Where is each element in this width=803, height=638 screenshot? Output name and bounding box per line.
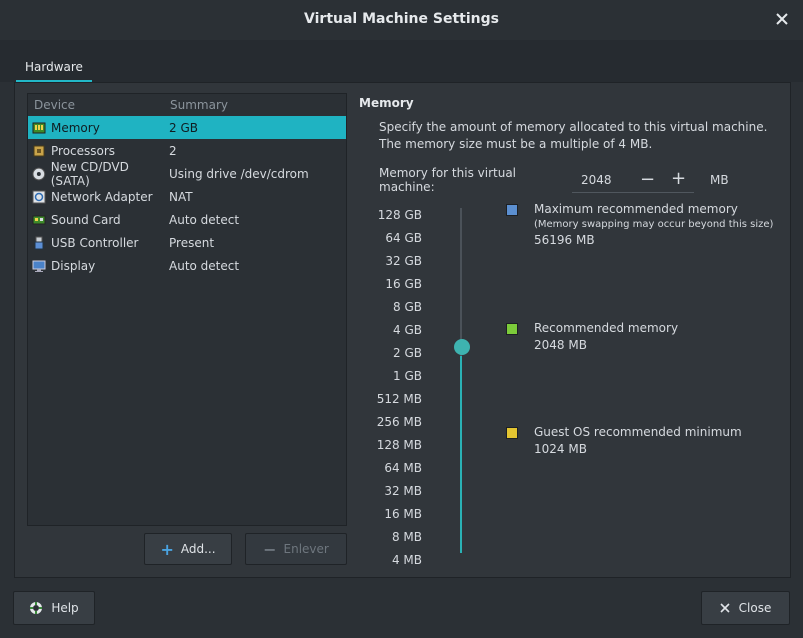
display-icon bbox=[32, 260, 46, 272]
device-summary: 2 GB bbox=[169, 120, 198, 135]
device-row-network-adapter[interactable]: Network Adapter NAT bbox=[28, 185, 346, 208]
network-adapter-icon bbox=[32, 190, 46, 203]
settings-panel: Device Summary Memory 2 GB Processors 2 … bbox=[14, 82, 791, 578]
memory-settings: Memory Specify the amount of memory allo… bbox=[358, 93, 778, 573]
max-memory-swatch bbox=[506, 204, 518, 216]
device-list-header: Device Summary bbox=[28, 94, 346, 116]
close-icon bbox=[720, 603, 730, 613]
minus-icon: − bbox=[263, 539, 277, 559]
minimum-memory-title: Guest OS recommended minimum bbox=[534, 425, 742, 439]
memory-scale-label: 128 MB bbox=[376, 438, 422, 452]
memory-scale-label: 16 GB bbox=[385, 277, 422, 291]
recommended-memory-value: 2048 MB bbox=[534, 338, 587, 352]
slider-track-upper bbox=[460, 208, 462, 356]
device-summary: Using drive /dev/cdrom bbox=[169, 166, 309, 181]
device-summary: Auto detect bbox=[169, 258, 240, 273]
device-column-header[interactable]: Device bbox=[28, 94, 170, 116]
memory-scale-label: 8 MB bbox=[391, 530, 422, 544]
memory-slider-handle[interactable] bbox=[454, 339, 470, 355]
processor-icon bbox=[33, 145, 45, 156]
memory-scale-label: 1 GB bbox=[393, 369, 422, 383]
plus-icon: + bbox=[160, 539, 174, 559]
minimum-memory-value: 1024 MB bbox=[534, 442, 587, 456]
max-memory-note: (Memory swapping may occur beyond this s… bbox=[534, 219, 774, 230]
memory-unit: MB bbox=[710, 173, 729, 187]
close-icon bbox=[776, 13, 788, 25]
memory-scale-label: 512 MB bbox=[376, 392, 422, 406]
slider-track-lower bbox=[460, 356, 462, 553]
device-name: New CD/DVD (SATA) bbox=[50, 159, 129, 188]
tab-bar: Hardware bbox=[0, 40, 803, 82]
memory-slider-track[interactable] bbox=[460, 208, 462, 553]
decrease-memory-button[interactable]: − bbox=[640, 169, 655, 190]
remove-device-button[interactable]: − Enlever bbox=[245, 533, 347, 565]
device-row-usb-controller[interactable]: USB Controller Present bbox=[28, 231, 346, 254]
window-title: Virtual Machine Settings bbox=[304, 11, 499, 27]
memory-value[interactable]: 2048 bbox=[581, 173, 612, 187]
add-device-button[interactable]: + Add... bbox=[144, 533, 232, 565]
usb-icon bbox=[34, 236, 44, 249]
minimum-memory-swatch bbox=[506, 427, 518, 439]
memory-scale-label: 8 GB bbox=[393, 300, 422, 314]
memory-description: Specify the amount of memory allocated t… bbox=[379, 120, 768, 151]
device-summary: Present bbox=[169, 235, 215, 250]
memory-spinbox[interactable]: 2048 − + bbox=[572, 167, 694, 193]
memory-scale-label: 4 MB bbox=[391, 553, 422, 567]
memory-scale-label: 64 MB bbox=[384, 461, 422, 475]
memory-scale-label: 4 GB bbox=[393, 323, 422, 337]
memory-field-label: Memory for this virtual machine: bbox=[379, 166, 517, 194]
help-button[interactable]: Help bbox=[13, 591, 95, 625]
summary-column-header[interactable]: Summary bbox=[170, 94, 228, 116]
memory-scale-label: 256 MB bbox=[376, 415, 422, 429]
max-memory-value: 56196 MB bbox=[534, 233, 595, 247]
device-name: USB Controller bbox=[51, 235, 139, 250]
memory-field-row: Memory for this virtual machine: 2048 − … bbox=[379, 166, 774, 194]
remove-device-label: Enlever bbox=[283, 542, 329, 556]
memory-scale-label: 64 GB bbox=[385, 231, 422, 245]
recommended-memory-title: Recommended memory bbox=[534, 321, 679, 335]
memory-scale-label: 16 MB bbox=[384, 507, 422, 521]
device-row-sound-card[interactable]: Sound Card Auto detect bbox=[28, 208, 346, 231]
sound-card-icon bbox=[32, 215, 46, 224]
device-summary: Auto detect bbox=[169, 212, 240, 227]
device-name: Sound Card bbox=[51, 212, 121, 227]
memory-scale-label: 128 GB bbox=[377, 208, 422, 222]
recommended-memory-swatch bbox=[506, 323, 518, 335]
device-name: Network Adapter bbox=[51, 189, 153, 204]
device-summary: NAT bbox=[169, 189, 193, 204]
max-memory-title: Maximum recommended memory bbox=[534, 202, 738, 216]
memory-icon bbox=[32, 122, 46, 133]
device-row-display[interactable]: Display Auto detect bbox=[28, 254, 346, 277]
device-name: Processors bbox=[51, 143, 116, 158]
add-device-label: Add... bbox=[180, 542, 216, 556]
memory-scale-label: 32 GB bbox=[385, 254, 422, 268]
memory-scale-label: 2 GB bbox=[393, 346, 422, 360]
tab-hardware[interactable]: Hardware bbox=[16, 58, 92, 82]
memory-scale-label: 32 MB bbox=[384, 484, 422, 498]
cd-dvd-icon bbox=[32, 167, 46, 180]
device-row-cd-dvd[interactable]: New CD/DVD (SATA) Using drive /dev/cdrom bbox=[28, 159, 346, 188]
increase-memory-button[interactable]: + bbox=[671, 168, 686, 189]
close-window-button[interactable] bbox=[773, 10, 791, 28]
device-list: Device Summary Memory 2 GB Processors 2 … bbox=[27, 93, 347, 526]
title-bar: Virtual Machine Settings bbox=[0, 0, 803, 40]
memory-section-title: Memory bbox=[359, 96, 414, 110]
device-name: Memory bbox=[51, 120, 100, 135]
close-label: Close bbox=[738, 601, 772, 615]
help-icon bbox=[30, 602, 43, 614]
help-label: Help bbox=[51, 601, 79, 615]
device-row-memory[interactable]: Memory 2 GB bbox=[28, 116, 346, 139]
device-name: Display bbox=[51, 258, 96, 273]
close-button[interactable]: Close bbox=[701, 591, 790, 625]
device-summary: 2 bbox=[169, 143, 177, 158]
